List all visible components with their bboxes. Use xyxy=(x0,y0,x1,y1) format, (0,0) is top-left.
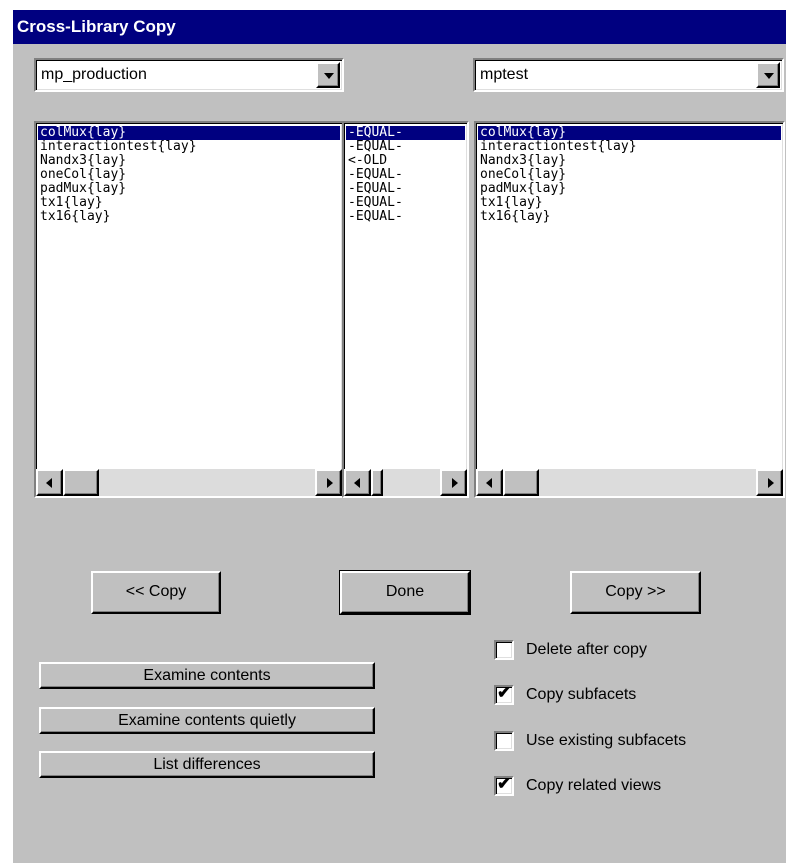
comparison-item[interactable]: -EQUAL- xyxy=(346,196,465,210)
arrow-right-icon xyxy=(327,478,333,488)
right-list-scrollbar[interactable] xyxy=(476,469,783,496)
list-differences-button[interactable]: List differences xyxy=(39,751,375,778)
scroll-left-button[interactable] xyxy=(344,469,371,496)
left-library-dropdown-button[interactable] xyxy=(316,62,340,88)
chevron-down-icon xyxy=(764,73,774,79)
copy-subfacets-label: Copy subfacets xyxy=(526,686,637,703)
left-cell-items: colMux{lay} interactiontest{lay} Nandx3{la… xyxy=(38,126,340,224)
examine-contents-quietly-label: Examine contents quietly xyxy=(118,712,296,729)
list-item[interactable]: padMux{lay} xyxy=(478,182,781,196)
list-item[interactable]: colMux{lay} xyxy=(38,126,340,140)
comparison-item[interactable]: <-OLD xyxy=(346,154,465,168)
right-library-value: mptest xyxy=(480,66,529,83)
comparison-item[interactable]: -EQUAL- xyxy=(346,168,465,182)
left-cell-list[interactable]: colMux{lay} interactiontest{lay} Nandx3{la… xyxy=(34,121,344,498)
scroll-right-button[interactable] xyxy=(315,469,342,496)
list-item[interactable]: tx1{lay} xyxy=(478,196,781,210)
right-cell-list[interactable]: colMux{lay} interactiontest{lay} Nandx3{la… xyxy=(474,121,785,498)
scroll-thumb[interactable] xyxy=(503,469,539,496)
copy-left-label: << Copy xyxy=(125,583,187,600)
scroll-left-button[interactable] xyxy=(36,469,63,496)
scroll-right-button[interactable] xyxy=(440,469,467,496)
delete-after-copy-checkbox[interactable]: Delete after copy xyxy=(494,637,647,663)
comparison-list[interactable]: -EQUAL- -EQUAL- <-OLD -EQUAL- -EQUAL- -EQUAL-… xyxy=(342,121,469,498)
right-library-select[interactable]: mptest xyxy=(473,58,784,92)
comparison-item[interactable]: -EQUAL- xyxy=(346,126,465,140)
checkbox-box[interactable] xyxy=(494,731,514,751)
scroll-left-button[interactable] xyxy=(476,469,503,496)
checkmark-icon: ✔ xyxy=(497,683,512,702)
list-item[interactable]: interactiontest{lay} xyxy=(38,140,340,154)
use-existing-subfacets-checkbox[interactable]: Use existing subfacets xyxy=(494,728,686,754)
comparison-item[interactable]: -EQUAL- xyxy=(346,140,465,154)
examine-contents-quietly-button[interactable]: Examine contents quietly xyxy=(39,707,375,734)
cross-library-copy-dialog: Cross-Library Copy mp_production mptest … xyxy=(11,8,786,863)
comparison-items: -EQUAL- -EQUAL- <-OLD -EQUAL- -EQUAL- -EQUAL-… xyxy=(346,126,465,224)
delete-after-copy-label: Delete after copy xyxy=(526,641,647,658)
examine-contents-label: Examine contents xyxy=(143,667,271,684)
scroll-right-button[interactable] xyxy=(756,469,783,496)
checkbox-box[interactable] xyxy=(494,640,514,660)
arrow-right-icon xyxy=(452,478,458,488)
chevron-down-icon xyxy=(324,73,334,79)
right-library-dropdown-button[interactable] xyxy=(756,62,780,88)
copy-related-views-checkbox[interactable]: ✔ Copy related views xyxy=(494,773,661,799)
left-library-select[interactable]: mp_production xyxy=(34,58,344,92)
arrow-right-icon xyxy=(768,478,774,488)
list-item[interactable]: oneCol{lay} xyxy=(478,168,781,182)
list-item[interactable]: tx16{lay} xyxy=(38,210,340,224)
comparison-item[interactable]: -EQUAL- xyxy=(346,210,465,224)
list-item[interactable]: tx16{lay} xyxy=(478,210,781,224)
arrow-left-icon xyxy=(46,478,52,488)
list-item[interactable]: Nandx3{lay} xyxy=(478,154,781,168)
copy-right-label: Copy >> xyxy=(605,583,666,600)
right-cell-items: colMux{lay} interactiontest{lay} Nandx3{la… xyxy=(478,126,781,224)
scroll-thumb[interactable] xyxy=(371,469,383,496)
copy-right-button[interactable]: Copy >> xyxy=(570,571,701,614)
dialog-title: Cross-Library Copy xyxy=(13,10,786,44)
list-item[interactable]: interactiontest{lay} xyxy=(478,140,781,154)
copy-related-views-label: Copy related views xyxy=(526,777,662,794)
list-item[interactable]: Nandx3{lay} xyxy=(38,154,340,168)
examine-contents-button[interactable]: Examine contents xyxy=(39,662,375,689)
use-existing-subfacets-label: Use existing subfacets xyxy=(526,732,687,749)
list-item[interactable]: padMux{lay} xyxy=(38,182,340,196)
done-button[interactable]: Done xyxy=(339,570,471,615)
checkbox-box[interactable]: ✔ xyxy=(494,683,514,705)
left-list-scrollbar[interactable] xyxy=(36,469,342,496)
list-item[interactable]: oneCol{lay} xyxy=(38,168,340,182)
comparison-item[interactable]: -EQUAL- xyxy=(346,182,465,196)
arrow-left-icon xyxy=(486,478,492,488)
checkmark-icon: ✔ xyxy=(497,774,512,793)
copy-subfacets-checkbox[interactable]: ✔ Copy subfacets xyxy=(494,682,636,708)
arrow-left-icon xyxy=(354,478,360,488)
scroll-thumb[interactable] xyxy=(63,469,99,496)
left-library-value: mp_production xyxy=(41,66,147,83)
list-item[interactable]: colMux{lay} xyxy=(478,126,781,140)
checkbox-box[interactable]: ✔ xyxy=(494,774,514,796)
list-item[interactable]: tx1{lay} xyxy=(38,196,340,210)
copy-left-button[interactable]: << Copy xyxy=(91,571,221,614)
list-differences-label: List differences xyxy=(153,756,261,773)
comparison-list-scrollbar[interactable] xyxy=(344,469,467,496)
done-label: Done xyxy=(385,583,425,600)
